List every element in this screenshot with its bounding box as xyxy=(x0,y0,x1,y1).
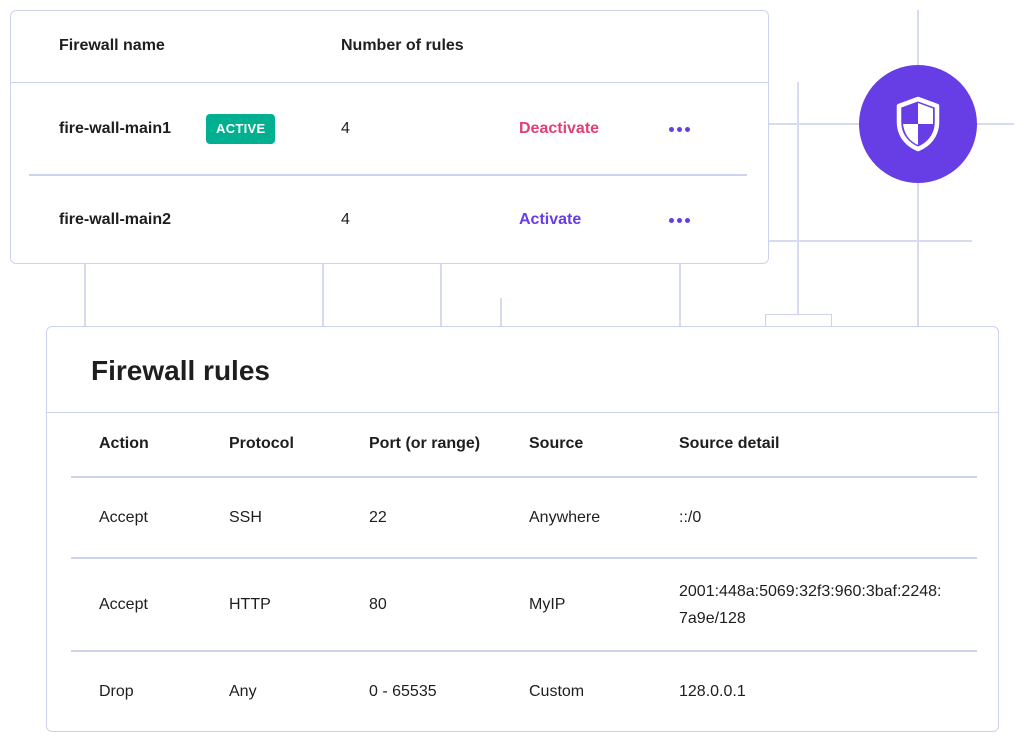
connector-line xyxy=(84,264,86,326)
more-horizontal-icon[interactable] xyxy=(666,192,692,248)
connector-line xyxy=(679,264,681,326)
shield-badge xyxy=(859,65,977,183)
rule-source-detail: 128.0.0.1 xyxy=(679,683,746,700)
firewall-list-card: Firewall name Number of rules fire-wall-… xyxy=(10,10,769,264)
column-header-protocol: Protocol xyxy=(229,435,294,452)
shield-icon xyxy=(896,96,940,152)
rule-port: 22 xyxy=(369,509,387,526)
activate-button[interactable]: Activate xyxy=(519,192,581,248)
status-badge: ACTIVE xyxy=(206,114,276,144)
connector-line xyxy=(500,298,502,326)
row-divider xyxy=(71,650,977,652)
connector-line xyxy=(440,264,442,326)
rule-port: 0 - 65535 xyxy=(369,683,437,700)
rule-source: Anywhere xyxy=(529,509,601,526)
rule-action: Accept xyxy=(99,596,148,613)
firewall-rules-card: Firewall rules Action Protocol Port (or … xyxy=(46,326,999,732)
deactivate-button[interactable]: Deactivate xyxy=(519,101,599,157)
rules-count: 4 xyxy=(341,120,350,137)
column-header-source: Source xyxy=(529,435,584,452)
rule-action: Accept xyxy=(99,509,148,526)
column-header-firewall-name: Firewall name xyxy=(59,37,165,54)
firewall-row: fire-wall-main2 4 Activate xyxy=(11,192,768,248)
rule-source: MyIP xyxy=(529,596,566,613)
rule-action: Drop xyxy=(99,683,134,700)
rule-source-detail: ::/0 xyxy=(679,509,702,526)
connector-line xyxy=(769,240,972,242)
stage: Firewall name Number of rules fire-wall-… xyxy=(0,0,1024,742)
firewall-row: fire-wall-main1 ACTIVE 4 Deactivate xyxy=(11,101,768,157)
rule-source: Custom xyxy=(529,683,585,700)
connector-line xyxy=(322,264,324,326)
column-header-number-of-rules: Number of rules xyxy=(341,37,464,54)
column-header-source-detail: Source detail xyxy=(679,435,780,452)
firewall-name: fire-wall-main2 xyxy=(59,211,172,228)
rule-protocol: HTTP xyxy=(229,596,271,613)
row-divider xyxy=(29,174,747,176)
more-horizontal-icon[interactable] xyxy=(666,101,692,157)
firewall-list-header: Firewall name Number of rules xyxy=(11,11,768,83)
firewall-name: fire-wall-main1 xyxy=(59,120,172,137)
rules-count: 4 xyxy=(341,211,350,228)
row-divider xyxy=(71,557,977,559)
column-header-port: Port (or range) xyxy=(369,435,481,452)
rule-port: 80 xyxy=(369,596,387,613)
connector-line xyxy=(797,82,799,314)
page-title: Firewall rules xyxy=(91,355,270,386)
row-divider xyxy=(71,476,977,478)
rules-title-bar: Firewall rules xyxy=(47,327,998,413)
rule-protocol: Any xyxy=(229,683,257,700)
rule-source-detail: 2001:448a:5069:32f3:960:3baf:2248:7a9e/1… xyxy=(679,583,942,627)
column-header-action: Action xyxy=(99,435,149,452)
rule-protocol: SSH xyxy=(229,509,262,526)
